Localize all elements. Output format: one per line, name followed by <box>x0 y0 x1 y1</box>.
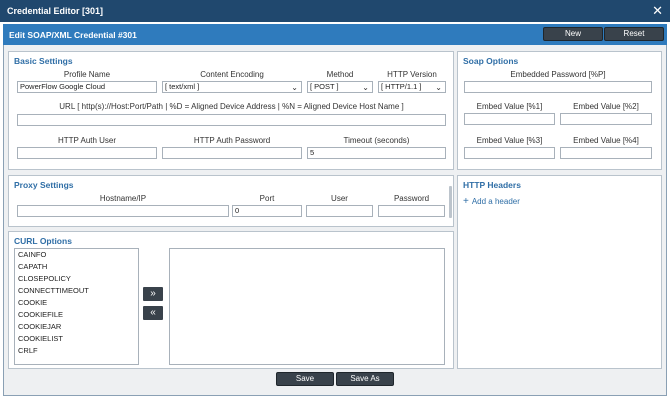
http-version-select[interactable]: [ HTTP/1.1 ] ⌄ <box>378 81 446 93</box>
http-auth-password-input[interactable] <box>162 147 302 159</box>
http-headers-panel: HTTP Headers + Add a header <box>457 175 662 369</box>
curl-options-title: CURL Options <box>14 236 72 246</box>
embed-value-4-label: Embed Value [%4] <box>573 136 639 145</box>
embed-value-4-input[interactable] <box>560 147 652 159</box>
list-item[interactable]: CRLF <box>15 345 138 357</box>
proxy-port-label: Port <box>259 194 275 203</box>
http-version-label: HTTP Version <box>387 70 437 79</box>
embed-value-1-input[interactable] <box>464 113 555 125</box>
proxy-hostname-label: Hostname/IP <box>99 194 147 203</box>
close-icon[interactable]: ✕ <box>652 3 663 19</box>
embed-value-3-input[interactable] <box>464 147 555 159</box>
list-item[interactable]: CAPATH <box>15 261 138 273</box>
proxy-hostname-input[interactable] <box>17 205 229 217</box>
editor-title: Edit SOAP/XML Credential #301 <box>9 30 137 40</box>
remove-curl-option-button[interactable]: « <box>143 306 163 320</box>
http-auth-password-label: HTTP Auth Password <box>193 136 271 145</box>
curl-options-panel: CURL Options CAINFO CAPATH CLOSEPOLICY C… <box>8 231 454 369</box>
method-value: [ POST ] <box>310 82 339 91</box>
new-button[interactable]: New <box>543 27 603 41</box>
list-item[interactable]: COOKIELIST <box>15 333 138 345</box>
soap-options-panel: Soap Options Embedded Password [%P] Embe… <box>457 51 662 170</box>
list-item[interactable]: CLOSEPOLICY <box>15 273 138 285</box>
chevron-down-icon: ⌄ <box>362 83 369 92</box>
http-headers-title: HTTP Headers <box>463 180 521 190</box>
list-item[interactable]: COOKIE <box>15 297 138 309</box>
content-encoding-label: Content Encoding <box>200 70 264 79</box>
content-encoding-select[interactable]: [ text/xml ] ⌄ <box>162 81 302 93</box>
add-header-link[interactable]: + Add a header <box>463 196 520 207</box>
proxy-password-label: Password <box>393 194 430 203</box>
chevron-down-icon: ⌄ <box>291 83 298 92</box>
http-auth-user-label: HTTP Auth User <box>57 136 117 145</box>
timeout-label: Timeout (seconds) <box>343 136 410 145</box>
soap-options-title: Soap Options <box>463 56 519 66</box>
chevron-down-icon: ⌄ <box>435 83 442 92</box>
url-input[interactable] <box>17 114 446 126</box>
save-button[interactable]: Save <box>276 372 334 386</box>
embed-value-1-label: Embed Value [%1] <box>476 102 543 111</box>
embed-value-2-label: Embed Value [%2] <box>573 102 639 111</box>
basic-settings-title: Basic Settings <box>14 56 73 66</box>
editor-header: Edit SOAP/XML Credential #301 New Reset <box>3 24 667 45</box>
list-item[interactable]: CAINFO <box>15 249 138 261</box>
save-as-button[interactable]: Save As <box>336 372 394 386</box>
list-item[interactable]: CONNECTTIMEOUT <box>15 285 138 297</box>
proxy-scrollbar[interactable] <box>449 186 452 218</box>
embedded-password-label: Embedded Password [%P] <box>510 70 606 79</box>
proxy-port-input[interactable]: 0 <box>232 205 302 217</box>
add-header-label: Add a header <box>471 197 520 206</box>
add-curl-option-button[interactable]: » <box>143 287 163 301</box>
curl-available-list[interactable]: CAINFO CAPATH CLOSEPOLICY CONNECTTIMEOUT… <box>14 248 139 365</box>
window-titlebar: Credential Editor [301] ✕ <box>0 0 670 22</box>
plus-icon: + <box>463 196 469 207</box>
embed-value-3-label: Embed Value [%3] <box>476 136 543 145</box>
profile-name-label: Profile Name <box>63 70 111 79</box>
profile-name-input[interactable]: PowerFlow Google Cloud <box>17 81 157 93</box>
proxy-user-input[interactable] <box>306 205 373 217</box>
url-label: URL [ http(s)://Host:Port/Path | %D = Al… <box>59 102 404 111</box>
proxy-password-input[interactable] <box>378 205 445 217</box>
http-auth-user-input[interactable] <box>17 147 157 159</box>
window-title: Credential Editor [301] <box>7 6 104 16</box>
embedded-password-input[interactable] <box>464 81 652 93</box>
timeout-input[interactable]: 5 <box>307 147 446 159</box>
curl-selected-list[interactable] <box>169 248 445 365</box>
content-encoding-value: [ text/xml ] <box>165 82 200 91</box>
basic-settings-panel: Basic Settings Profile Name PowerFlow Go… <box>8 51 454 170</box>
method-label: Method <box>326 70 354 79</box>
proxy-settings-title: Proxy Settings <box>14 180 74 190</box>
http-version-value: [ HTTP/1.1 ] <box>381 82 422 91</box>
method-select[interactable]: [ POST ] ⌄ <box>307 81 373 93</box>
reset-button[interactable]: Reset <box>604 27 664 41</box>
list-item[interactable]: COOKIEJAR <box>15 321 138 333</box>
proxy-user-label: User <box>331 194 348 203</box>
list-item[interactable]: COOKIEFILE <box>15 309 138 321</box>
embed-value-2-input[interactable] <box>560 113 652 125</box>
proxy-settings-panel: Proxy Settings Hostname/IP Port 0 User P… <box>8 175 454 227</box>
